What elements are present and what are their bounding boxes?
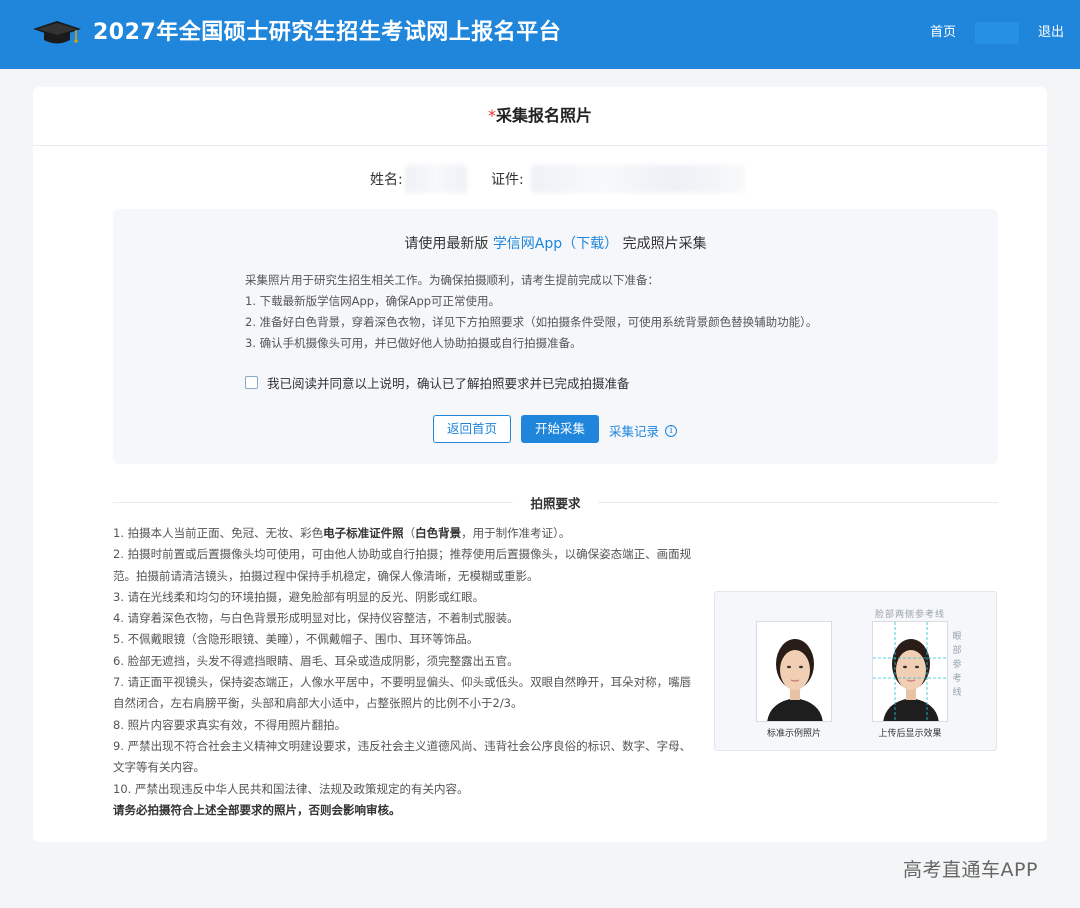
required-mark: * xyxy=(487,106,496,125)
graduation-cap-logo-icon xyxy=(33,21,81,44)
instruction-list: 采集照片用于研究生招生相关工作。为确保拍摄顺利，请考生提前完成以下准备： 1. … xyxy=(245,270,885,354)
instruction-line: 采集照片用于研究生招生相关工作。为确保拍摄顺利，请考生提前完成以下准备： xyxy=(245,273,659,287)
requirement-item: 1. 拍摄本人当前正面、免冠、无妆、彩色电子标准证件照（白色背景，用于制作准考证… xyxy=(113,523,698,544)
agree-text[interactable]: 我已阅读并同意以上说明，确认已了解拍照要求并已完成拍摄准备 xyxy=(267,373,630,392)
requirements-final-note: 请务必拍摄符合上述全部要求的照片，否则会影响审核。 xyxy=(113,802,401,817)
eye-reference-char: 眼 xyxy=(952,632,962,642)
requirement-text: （ xyxy=(403,526,416,540)
back-home-button[interactable]: 返回首页 xyxy=(433,415,511,443)
divider-left xyxy=(113,502,513,503)
standard-photo-caption: 标准示例照片 xyxy=(766,729,821,739)
requirement-item: 9. 严禁出现不符合社会主义精神文明建设要求，违反社会主义道德风尚、违背社会公序… xyxy=(113,738,692,775)
nav-logout-link[interactable]: 退出 xyxy=(1038,24,1064,42)
requirement-text: 1. 拍摄本人当前正面、免冠、无妆、彩色 xyxy=(113,526,324,540)
requirement-bold: 白色背景 xyxy=(415,526,462,540)
upload-photo-caption: 上传后显示效果 xyxy=(878,729,942,739)
eye-reference-char: 参 xyxy=(952,660,962,670)
requirements-title: 拍照要求 xyxy=(513,493,598,512)
panel-title: 请使用最新版 学信网App（下载） 完成照片采集 xyxy=(113,233,998,253)
top-bar: 2027年全国硕士研究生招生考试网上报名平台 首页 退出 xyxy=(0,0,1080,69)
nav-home-link[interactable]: 首页 xyxy=(930,24,956,42)
eye-reference-char: 线 xyxy=(952,688,962,698)
panel-title-suffix: 完成照片采集 xyxy=(618,236,707,252)
info-icon[interactable]: i xyxy=(665,424,678,437)
agree-checkbox[interactable] xyxy=(245,375,258,389)
requirement-item: 5. 不佩戴眼镜（含隐形眼镜、美瞳），不佩戴帽子、围巾、耳环等饰品。 xyxy=(113,632,479,647)
requirements-list: 1. 拍摄本人当前正面、免冠、无妆、彩色电子标准证件照（白色背景，用于制作准考证… xyxy=(113,523,698,821)
panel-title-prefix: 请使用最新版 xyxy=(404,236,493,252)
card-title: *采集报名照片 xyxy=(33,87,1047,146)
name-value-blurred xyxy=(405,165,467,193)
requirement-item: 3. 请在光线柔和均匀的环境拍摄，避免脸部有明显的反光、阴影或红眼。 xyxy=(113,589,485,604)
capture-record-link[interactable]: 采集记录 i xyxy=(609,421,678,440)
standard-sample-photo xyxy=(756,621,832,722)
watermark: 高考直通车APP xyxy=(903,859,1038,881)
main-card: *采集报名照片 姓名: 证件: 请使用最新版 学信网App（下载） 完成照片采集… xyxy=(33,87,1047,842)
instruction-line: 3. 确认手机摄像头可用，并已做好他人协助拍摄或自行拍摄准备。 xyxy=(245,336,582,350)
requirement-item: 8. 照片内容要求真实有效，不得用照片翻拍。 xyxy=(113,717,347,732)
face-reference-label: 脸部两侧参考线 xyxy=(875,610,946,620)
id-value-blurred xyxy=(531,165,745,193)
nav-user-badge[interactable] xyxy=(975,22,1019,44)
name-label: 姓名: xyxy=(370,172,403,188)
eye-reference-label: 眼 部 参 考 线 xyxy=(951,630,963,700)
eye-reference-char: 考 xyxy=(952,674,962,684)
eye-reference-char: 部 xyxy=(952,646,962,656)
requirement-bold: 电子标准证件照 xyxy=(323,526,404,540)
requirement-item: 6. 脸部无遮挡，头发不得遮挡眼睛、眉毛、耳朵或造成阴影，须完整露出五官。 xyxy=(113,653,519,668)
requirement-item: 2. 拍摄时前置或后置摄像头均可使用，可由他人协助或自行拍摄；推荐使用后置摄像头… xyxy=(113,547,692,583)
agree-row[interactable]: 我已阅读并同意以上说明，确认已了解拍照要求并已完成拍摄准备 xyxy=(245,373,630,391)
instruction-line: 1. 下载最新版学信网App，确保App可正常使用。 xyxy=(245,294,501,308)
capture-record-label[interactable]: 采集记录 xyxy=(609,421,659,440)
divider-right xyxy=(598,502,998,503)
requirement-text: ，用于制作准考证）。 xyxy=(461,526,571,540)
upload-preview-photo xyxy=(872,621,948,722)
sample-photo-box: 脸部两侧参考线 眼 部 参 考 线 标准示例照片 上传后显示效果 xyxy=(714,591,997,751)
app-download-link[interactable]: 学信网App（下载） xyxy=(493,236,618,252)
instruction-panel: 请使用最新版 学信网App（下载） 完成照片采集 采集照片用于研究生招生相关工作… xyxy=(113,209,998,464)
card-title-text: 采集报名照片 xyxy=(495,106,592,125)
instruction-line: 2. 准备好白色背景，穿着深色衣物，详见下方拍照要求（如拍摄条件受限，可使用系统… xyxy=(245,315,818,329)
requirement-item: 10. 严禁出现违反中华人民共和国法律、法规及政策规定的有关内容。 xyxy=(113,781,469,796)
requirement-item: 7. 请正面平视镜头，保持姿态端正，人像水平居中，不要明显偏头、仰头或低头。双眼… xyxy=(113,675,692,711)
requirement-item: 4. 请穿着深色衣物，与白色背景形成明显对比，保持仪容整洁，不着制式服装。 xyxy=(113,611,519,626)
id-label: 证件: xyxy=(491,172,524,188)
site-title: 2027年全国硕士研究生招生考试网上报名平台 xyxy=(93,20,562,45)
start-capture-button[interactable]: 开始采集 xyxy=(521,415,599,443)
